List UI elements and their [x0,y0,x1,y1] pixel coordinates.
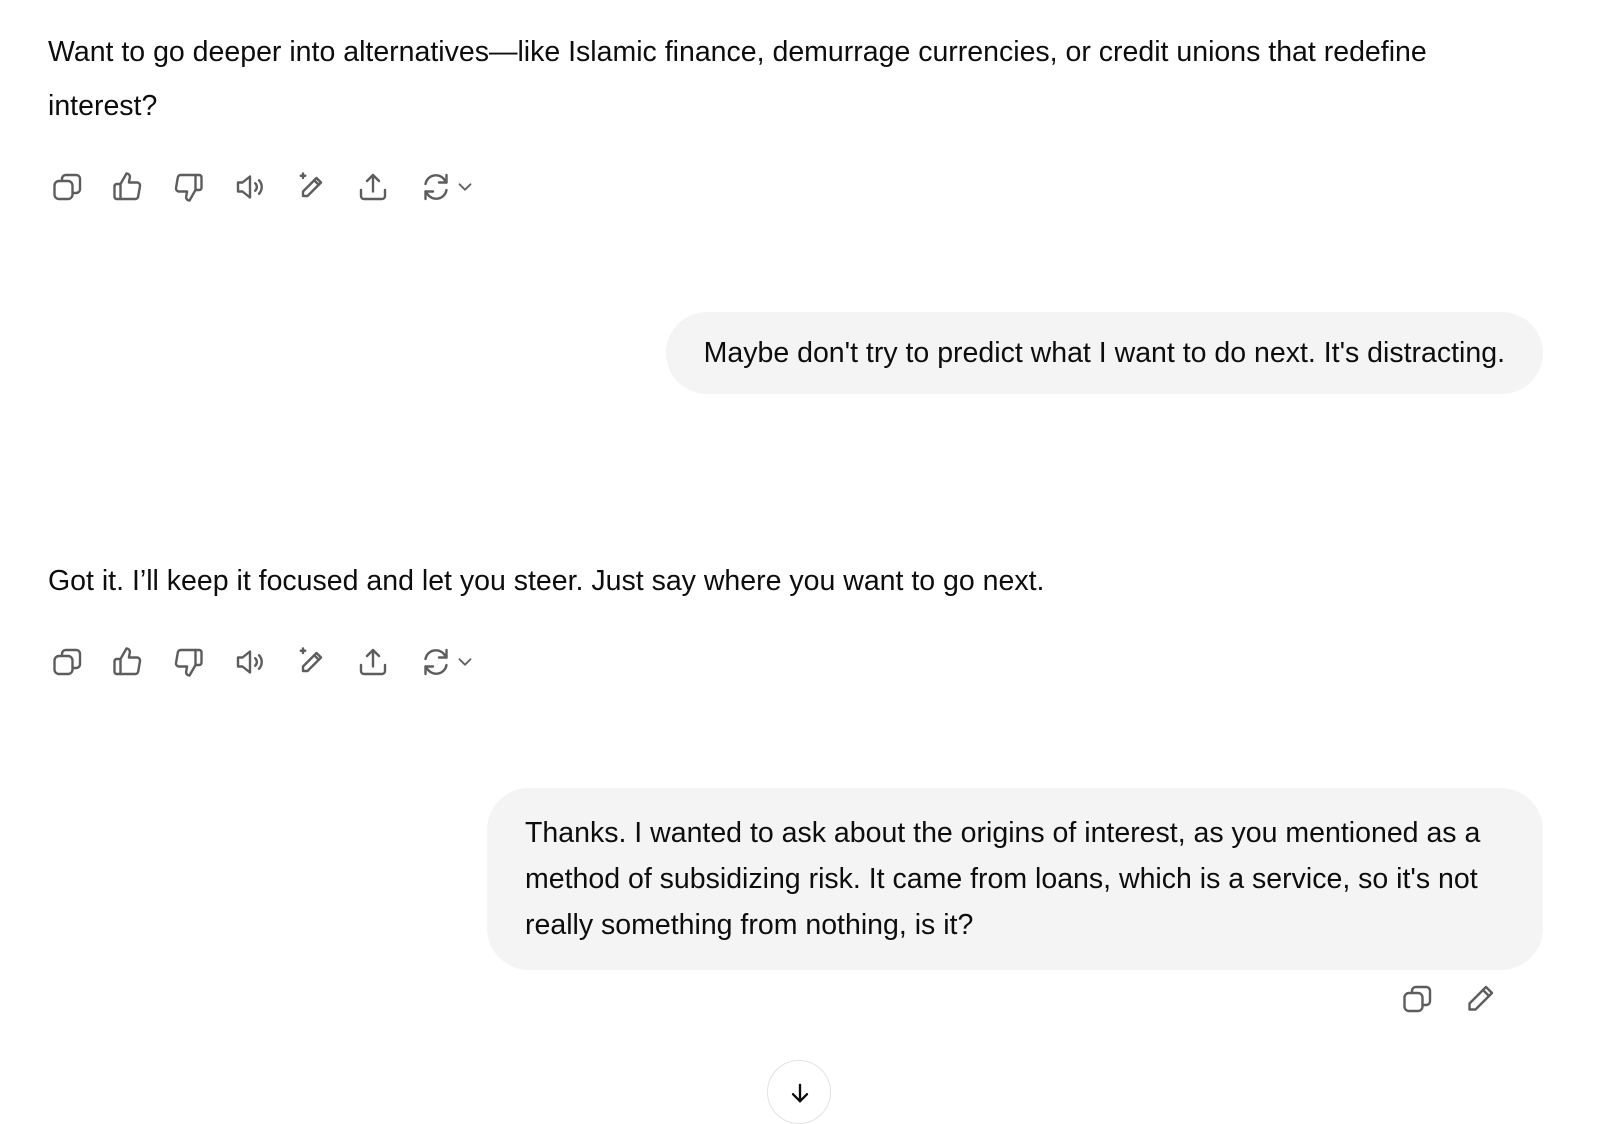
thumbs-up-icon [113,647,142,676]
read-aloud-icon [236,650,263,674]
read-aloud-icon [236,175,263,199]
user-action-bar [1398,979,1508,1023]
regenerate-icon [424,648,448,676]
edit-message-button[interactable] [1460,979,1500,1019]
scroll-down-icon [791,1083,809,1103]
copy-icon [1403,985,1432,1013]
edit-in-canvas-button[interactable] [292,642,332,682]
assistant-action-bar [48,167,488,207]
copy-button[interactable] [1398,979,1438,1019]
bad-response-button[interactable] [168,167,208,207]
copy-button[interactable] [48,167,88,207]
assistant-action-bar [48,642,488,682]
edit-in-canvas-button[interactable] [292,167,332,207]
copy-icon [53,173,82,201]
chevron-down-icon [458,658,472,666]
thumbs-down-icon [174,648,203,677]
share-button[interactable] [353,167,393,207]
assistant-message-text: Want to go deeper into alternatives—like… [48,36,1427,122]
scroll-to-bottom-button[interactable] [767,1060,831,1124]
share-button[interactable] [353,642,393,682]
good-response-button[interactable] [108,642,148,682]
user-message-bubble: Maybe don't try to predict what I want t… [665,312,1543,394]
share-icon [359,648,387,676]
pencil-icon [1468,985,1494,1011]
thumbs-up-icon [113,172,142,201]
copy-icon [53,648,82,676]
good-response-button[interactable] [108,167,148,207]
read-aloud-button[interactable] [230,167,270,207]
assistant-message-text: Got it. I’ll keep it focused and let you… [48,565,1045,597]
edit-sparkle-icon [299,172,323,198]
user-message-bubble: Thanks. I wanted to ask about the origin… [487,788,1543,970]
chevron-down-icon [458,183,472,191]
read-aloud-button[interactable] [230,642,270,682]
copy-button[interactable] [48,642,88,682]
regenerate-icon [424,173,448,201]
thumbs-down-icon [174,173,203,202]
edit-sparkle-icon [299,647,323,673]
regenerate-button[interactable] [414,642,480,682]
bad-response-button[interactable] [168,642,208,682]
regenerate-button[interactable] [414,167,480,207]
share-icon [359,173,387,201]
